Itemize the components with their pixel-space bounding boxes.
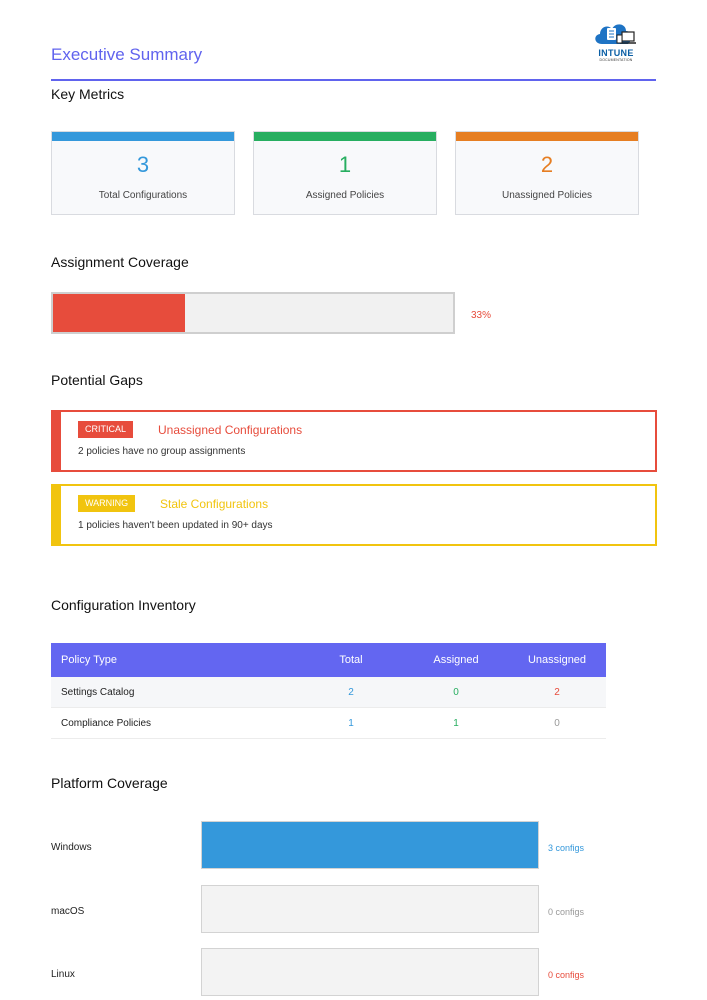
metric-label: Unassigned Policies	[501, 190, 593, 201]
cell-unassigned: 2	[554, 686, 560, 698]
gaps-heading: Potential Gaps	[51, 372, 143, 388]
platform-bar-windows	[201, 821, 539, 869]
metric-card-accent	[52, 132, 234, 141]
column-header-total: Total	[339, 654, 363, 666]
cloud-devices-icon	[595, 24, 636, 44]
gap-title: Unassigned Configurations	[158, 423, 303, 437]
table-header: Policy Type Total Assigned Unassigned	[51, 643, 606, 677]
column-header-assigned: Assigned	[433, 654, 479, 666]
metric-label: Assigned Policies	[305, 190, 385, 201]
cell-assigned: 1	[453, 717, 459, 729]
metric-value: 3	[136, 152, 150, 177]
platform-heading: Platform Coverage	[51, 775, 168, 791]
cell-policy-type: Settings Catalog	[61, 686, 135, 698]
cell-assigned: 0	[453, 686, 459, 698]
column-header-policy-type: Policy Type	[61, 654, 118, 666]
title-divider	[51, 79, 656, 81]
platform-label-windows: Windows	[51, 842, 92, 853]
intune-logo: INTUNE DOCUMENTATION	[588, 18, 644, 64]
cell-total: 2	[348, 686, 354, 698]
cell-policy-type: Compliance Policies	[61, 717, 152, 729]
metric-card-unassigned: 2 Unassigned Policies	[455, 131, 639, 215]
platform-label-macos: macOS	[51, 906, 85, 917]
metric-card-accent	[456, 132, 638, 141]
table-row: Compliance Policies 1 1 0	[51, 708, 606, 739]
platform-bar-linux	[201, 948, 539, 996]
platform-count-linux: 0 configs	[548, 970, 585, 980]
cell-total: 1	[348, 717, 354, 729]
platform-label-linux: Linux	[51, 969, 75, 980]
metric-value: 1	[338, 152, 352, 177]
metric-card-total: 3 Total Configurations	[51, 131, 235, 215]
metric-label: Total Configurations	[98, 190, 188, 201]
metric-value: 2	[540, 152, 554, 177]
gap-description: 2 policies have no group assignments	[78, 446, 246, 457]
table-row: Settings Catalog 2 0 2	[51, 677, 606, 708]
inventory-table: Policy Type Total Assigned Unassigned Se…	[51, 643, 606, 739]
cell-unassigned: 0	[554, 717, 560, 729]
critical-badge: CRITICAL	[78, 421, 134, 438]
coverage-progress-fill	[53, 294, 185, 332]
inventory-heading: Configuration Inventory	[51, 597, 196, 613]
warning-badge: WARNING	[78, 495, 136, 512]
metric-card-accent	[254, 132, 436, 141]
gap-alert-warning: WARNING Stale Configurations 1 policies …	[51, 484, 657, 546]
key-metrics-heading: Key Metrics	[51, 86, 125, 102]
column-header-unassigned: Unassigned	[527, 654, 587, 666]
platform-bar-macos	[201, 885, 539, 933]
gap-title: Stale Configurations	[160, 497, 269, 511]
coverage-progress-bar	[51, 292, 455, 334]
logo-subtext: DOCUMENTATION	[599, 58, 633, 62]
coverage-percent: 33%	[471, 310, 492, 321]
platform-bar-fill	[202, 822, 538, 868]
coverage-heading: Assignment Coverage	[51, 254, 189, 270]
logo-text: INTUNE	[598, 48, 634, 58]
gap-description: 1 policies haven't been updated in 90+ d…	[78, 520, 273, 531]
gap-alert-critical: CRITICAL Unassigned Configurations 2 pol…	[51, 410, 657, 472]
platform-count-windows: 3 configs	[548, 843, 585, 853]
page-title: Executive Summary	[51, 45, 203, 64]
metric-card-assigned: 1 Assigned Policies	[253, 131, 437, 215]
platform-count-macos: 0 configs	[548, 907, 585, 917]
